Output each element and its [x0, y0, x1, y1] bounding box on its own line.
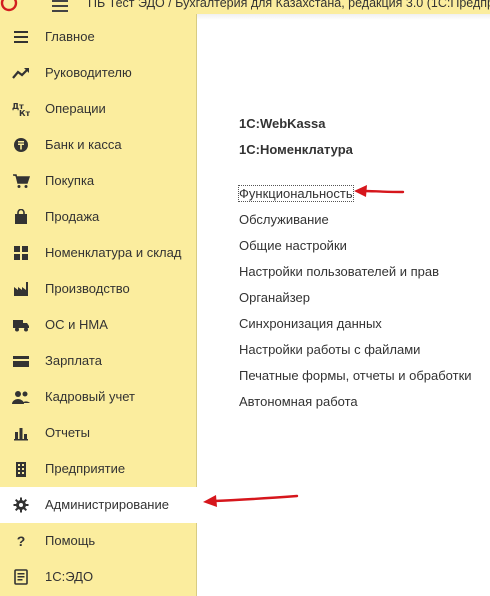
sidebar-item-label: Руководителю — [45, 65, 132, 80]
link-print-forms[interactable]: Печатные формы, отчеты и обработки — [239, 368, 472, 383]
shopping-bag-icon — [12, 209, 30, 225]
question-icon: ? — [16, 533, 26, 549]
sidebar-item-operations[interactable]: Дт Кт Операции — [0, 91, 196, 127]
shopping-cart-icon — [12, 173, 30, 189]
sidebar-item-salary[interactable]: Зарплата — [0, 343, 196, 379]
svg-text:Кт: Кт — [19, 109, 30, 117]
link-general-settings[interactable]: Общие настройки — [239, 238, 347, 253]
edo-document-icon — [12, 569, 30, 585]
section-content — [197, 14, 490, 596]
factory-icon — [12, 281, 30, 297]
people-icon — [12, 389, 30, 405]
link-user-settings[interactable]: Настройки пользователей и прав — [239, 264, 439, 279]
link-nomenclature-service[interactable]: 1С:Номенклатура — [239, 142, 353, 157]
1c-logo[interactable] — [0, 0, 34, 12]
sidebar-item-label: Операции — [45, 101, 106, 116]
sidebar-item-nomenclature[interactable]: Номенклатура и склад — [0, 235, 196, 271]
link-functionality[interactable]: Функциональность — [238, 185, 354, 202]
sidebar-item-manager[interactable]: Руководителю — [0, 55, 196, 91]
sidebar-item-label: Главное — [45, 29, 95, 44]
link-file-settings[interactable]: Настройки работы с файлами — [239, 342, 420, 357]
sidebar-item-enterprise[interactable]: Предприятие — [0, 451, 196, 487]
bar-chart-icon — [12, 425, 30, 441]
sidebar-item-label: ОС и НМА — [45, 317, 108, 332]
gear-icon — [12, 497, 30, 513]
link-organizer[interactable]: Органайзер — [239, 290, 310, 305]
sidebar-item-label: Администрирование — [45, 497, 169, 512]
sidebar-item-reports[interactable]: Отчеты — [0, 415, 196, 451]
window-title: ПБ Тест ЭДО / Бухгалтерия для Казахстана… — [88, 0, 490, 10]
sidebar-item-label: Банк и касса — [45, 137, 122, 152]
sidebar-item-label: 1С:ЭДО — [45, 569, 94, 584]
menu-lines-icon — [12, 29, 30, 45]
sidebar-item-administration[interactable]: Администрирование — [0, 487, 197, 523]
truck-icon — [12, 317, 30, 333]
sidebar-item-fixed-assets[interactable]: ОС и НМА — [0, 307, 196, 343]
link-webkassa[interactable]: 1С:WebKassa — [239, 116, 325, 131]
wallet-icon — [12, 353, 30, 369]
sidebar-item-label: Производство — [45, 281, 130, 296]
sidebar-item-label: Номенклатура и склад — [45, 245, 182, 260]
sidebar-item-production[interactable]: Производство — [0, 271, 196, 307]
sidebar-item-main[interactable]: Главное — [0, 19, 196, 55]
grid-blocks-icon — [12, 245, 30, 261]
sidebar-item-hr[interactable]: Кадровый учет — [0, 379, 196, 415]
trend-chart-icon — [12, 65, 30, 81]
sidebar-item-edo[interactable]: 1С:ЭДО — [0, 559, 196, 595]
building-icon — [12, 461, 30, 477]
sidebar-item-bank[interactable]: Банк и касса — [0, 127, 196, 163]
sidebar-item-purchase[interactable]: Покупка — [0, 163, 196, 199]
sidebar-item-help[interactable]: ? Помощь — [0, 523, 196, 559]
link-data-sync[interactable]: Синхронизация данных — [239, 316, 382, 331]
title-bar: ПБ Тест ЭДО / Бухгалтерия для Казахстана… — [0, 0, 490, 14]
sidebar-item-label: Кадровый учет — [45, 389, 135, 404]
main-menu-icon[interactable] — [52, 0, 68, 12]
sidebar-item-label: Отчеты — [45, 425, 90, 440]
tenge-coin-icon — [12, 137, 30, 153]
debit-credit-icon: Дт Кт — [12, 101, 30, 117]
link-maintenance[interactable]: Обслуживание — [239, 212, 329, 227]
content-shadow — [197, 14, 490, 20]
link-offline-work[interactable]: Автономная работа — [239, 394, 358, 409]
sidebar-item-label: Помощь — [45, 533, 96, 548]
sections-panel: Главное Руководителю Дт Кт Операции Банк … — [0, 14, 197, 596]
sidebar-item-label: Предприятие — [45, 461, 126, 476]
sidebar-item-label: Покупка — [45, 173, 95, 188]
sidebar-item-label: Продажа — [45, 209, 100, 224]
sidebar-item-label: Зарплата — [45, 353, 102, 368]
sidebar-item-sales[interactable]: Продажа — [0, 199, 196, 235]
